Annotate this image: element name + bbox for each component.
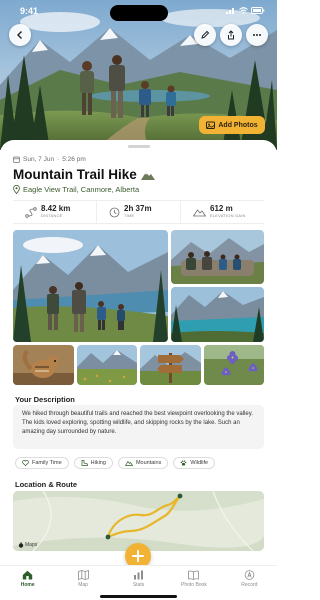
calendar-icon [13,156,20,163]
mountain-icon [140,172,155,180]
elevation-value: 612 m [210,204,233,213]
paw-icon [180,460,187,466]
tag-label: Wildlife [190,460,209,466]
map-attribution: Maps [18,542,37,548]
photo-illustration [204,345,264,385]
photo-trail-sign[interactable] [140,345,201,385]
photo-turquoise-lake[interactable] [171,287,264,342]
photo-chipmunk[interactable] [13,345,74,385]
tab-photo-book-label: Photo Book [180,582,207,588]
status-bar: 9:41 [0,5,277,21]
hike-location: Eagle View Trail, Canmore, Alberta [23,185,140,194]
location-route-heading: Location & Route [15,480,78,489]
elevation-icon [193,209,206,217]
more-button[interactable] [246,24,268,46]
tab-stats-label: Stats [132,582,145,588]
location-pin-icon [13,185,20,194]
hike-date: Sun, 7 Jun [23,156,55,163]
map-illustration [13,491,264,551]
chevron-left-icon [17,31,22,39]
stats-icon [134,570,144,580]
add-photos-button[interactable]: Add Photos [199,116,265,134]
description-heading: Your Description [15,395,75,404]
tag-hiking[interactable]: Hiking [73,457,113,469]
pencil-icon [201,30,210,39]
elevation-label: ELEVATION GAIN [210,213,246,218]
dynamic-island [110,5,168,21]
hike-time: 5:26 pm [62,156,86,163]
tag-mountains[interactable]: Mountains [117,457,169,469]
stat-time: 2h 37m TIME [97,201,181,223]
clock-icon [109,207,120,217]
date-row: Sun, 7 Jun · 5:26 pm [13,156,86,163]
tag-label: Mountains [135,460,162,466]
stats-row: 8.42 km DISTANCE 2h 37m TIME 612 m ELEVA… [13,200,264,224]
heart-icon [22,460,29,466]
photo-illustration [13,230,168,342]
tag-label: Hiking [90,460,106,466]
description-text[interactable]: We hiked through beautiful trails and re… [13,405,264,449]
wifi-icon [239,7,248,14]
tag-label: Family Time [32,460,62,466]
book-icon [188,570,200,580]
photo-illustration [77,345,137,385]
hike-title: Mountain Trail Hike [13,167,137,182]
tab-map-label: Map [78,582,88,588]
home-indicator [100,595,177,598]
photo-family-lake-view[interactable] [13,230,168,342]
share-button[interactable] [220,24,242,46]
photo-illustration [171,287,264,342]
boot-icon [81,460,88,466]
tag-list: Family Time Hiking Mountains Wildlife [15,457,216,469]
back-button[interactable] [9,24,31,46]
plus-icon [132,550,144,562]
map-icon [77,570,89,580]
mountain-icon [124,460,133,466]
apple-icon [18,542,24,548]
ellipsis-icon [253,34,261,36]
date-separator: · [57,156,60,163]
system-indicators [226,7,265,14]
photo-illustration [171,230,264,284]
time-value: 2h 37m [124,204,152,213]
distance-value: 8.42 km [41,204,71,213]
signal-icon [226,8,234,14]
photo-add-icon [206,121,216,129]
battery-icon [251,7,265,14]
tab-record-label: Record [241,582,258,588]
distance-label: DISTANCE [41,213,63,218]
tag-wildlife[interactable]: Wildlife [173,457,216,469]
add-photos-label: Add Photos [218,121,258,129]
edit-button[interactable] [194,24,216,46]
photo-meadow-mountains[interactable] [77,345,137,385]
photo-wildflowers[interactable] [204,345,264,385]
route-icon [25,206,37,218]
photo-illustration [140,345,201,385]
tag-family-time[interactable]: Family Time [15,457,69,469]
hike-title-row: Mountain Trail Hike [13,167,155,182]
photo-family-sitting[interactable] [171,230,264,284]
time-label: TIME [124,213,135,218]
route-map[interactable]: Maps [13,491,264,551]
photo-illustration [13,345,74,385]
stat-elevation: 612 m ELEVATION GAIN [181,201,264,223]
share-icon [228,30,234,40]
status-time: 9:41 [20,6,39,16]
tab-home[interactable]: Home [0,566,55,600]
hero-image: 9:41 Add Photos [0,0,277,150]
home-icon [23,570,33,580]
record-icon [244,570,255,580]
tab-home-label: Home [20,582,35,588]
sheet-grabber[interactable] [128,145,150,148]
location-row[interactable]: Eagle View Trail, Canmore, Alberta [13,185,139,194]
stat-distance: 8.42 km DISTANCE [13,201,97,223]
map-attribution-label: Maps [25,542,38,548]
tab-record[interactable]: Record [222,566,277,600]
